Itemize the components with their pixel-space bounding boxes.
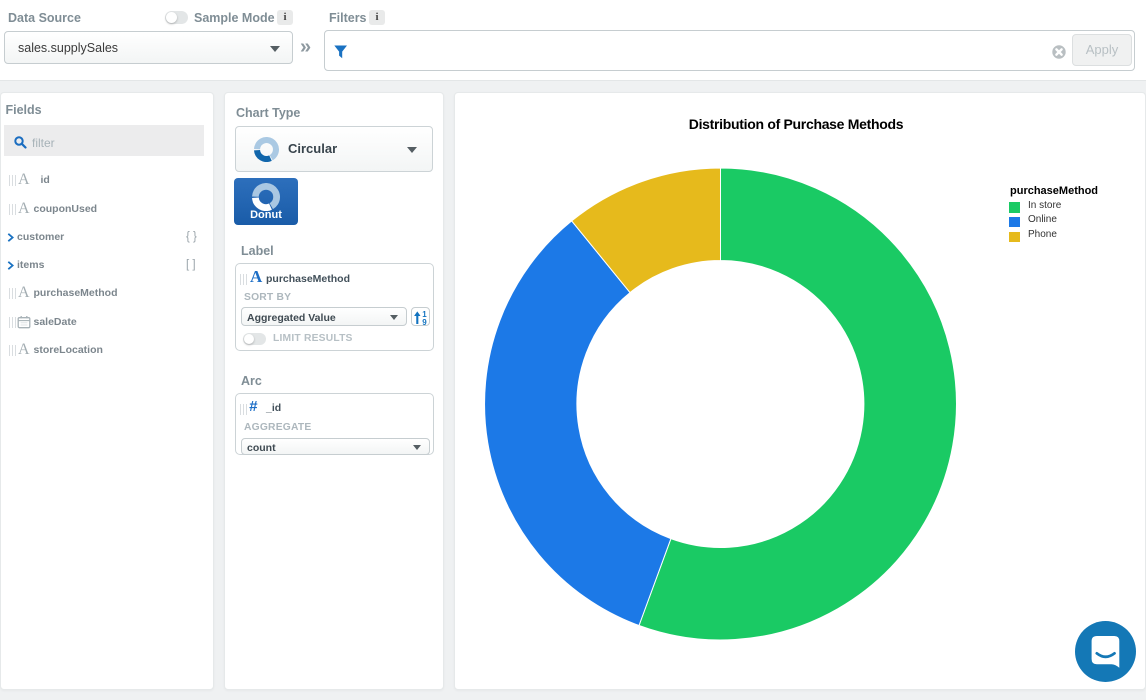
svg-text:9: 9 — [422, 318, 427, 326]
